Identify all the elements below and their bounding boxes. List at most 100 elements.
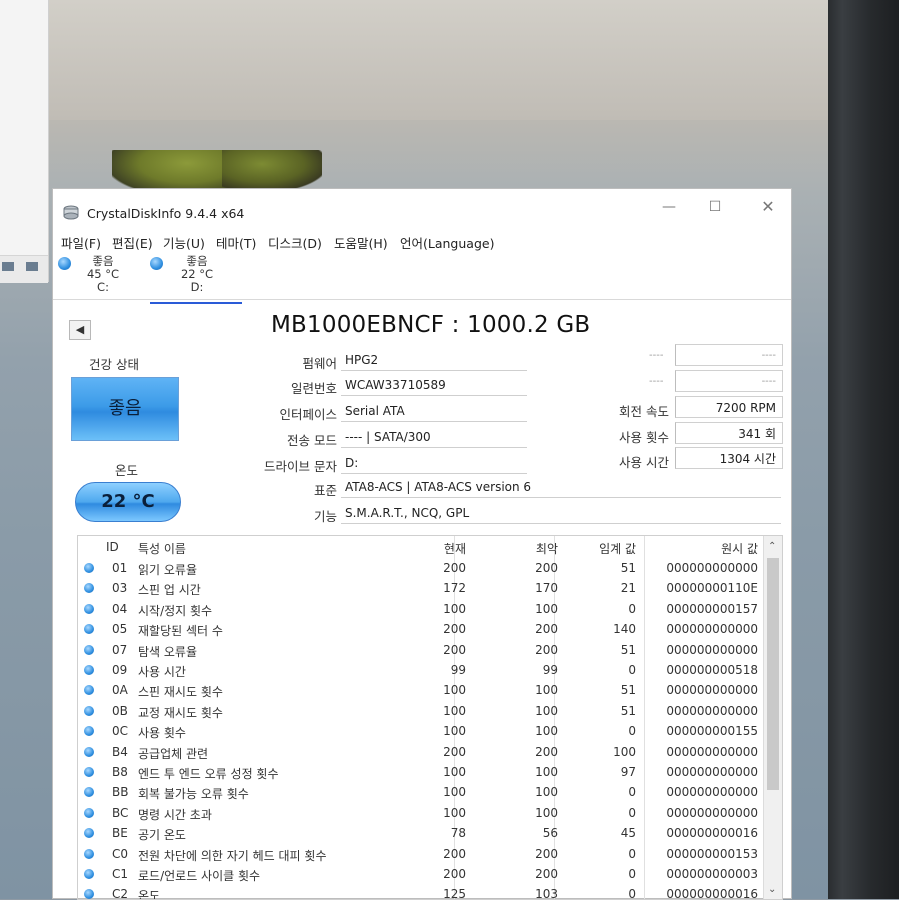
window-title: CrystalDiskInfo 9.4.4 x64 <box>87 206 245 221</box>
empty-field-value: ---- <box>675 344 783 366</box>
attribute-id: C0 <box>112 846 129 861</box>
scrollbar-thumb[interactable] <box>767 558 779 790</box>
raw-value: 000000000000 <box>666 561 758 575</box>
monitor-bezel <box>828 0 899 899</box>
selected-drive-indicator <box>150 302 242 304</box>
drive-tab-d[interactable]: 좋음 22 °C D: <box>147 255 247 294</box>
interface-value: Serial ATA <box>341 400 527 422</box>
attribute-name: 공급업체 관련 <box>138 746 209 761</box>
attribute-id: 0B <box>112 703 128 718</box>
status-good-icon <box>84 746 94 757</box>
raw-value: 000000000003 <box>666 867 758 881</box>
close-icon[interactable]: ✕ <box>756 197 780 217</box>
threshold-value: 100 <box>613 744 636 759</box>
scroll-up-icon[interactable]: ⌃ <box>768 541 776 552</box>
attribute-name: 엔드 투 엔드 오류 성정 횟수 <box>138 767 279 781</box>
status-good-icon <box>84 563 94 573</box>
header-threshold[interactable]: 임계 값 <box>599 540 636 557</box>
header-raw-value[interactable]: 원시 값 <box>721 540 758 557</box>
scroll-down-icon[interactable]: ⌄ <box>768 884 776 895</box>
raw-value: 000000000000 <box>666 765 758 779</box>
serial-value: WCAW33710589 <box>341 374 527 396</box>
current-value: 100 <box>443 724 466 739</box>
threshold-value: 0 <box>628 805 636 820</box>
title-bar[interactable]: CrystalDiskInfo 9.4.4 x64 — ☐ ✕ <box>53 189 791 225</box>
menu-language[interactable]: 언어(Language) <box>400 233 494 252</box>
list-view-icon[interactable] <box>2 262 14 271</box>
current-value: 200 <box>443 561 466 575</box>
status-good-icon <box>84 603 94 614</box>
header-attribute-name[interactable]: 특성 이름 <box>138 540 186 557</box>
menu-theme[interactable]: 테마(T) <box>216 233 256 252</box>
background-window[interactable] <box>0 0 49 283</box>
wallpaper-island-rock <box>222 150 322 190</box>
table-row[interactable]: C0 전원 차단에 의한 자기 헤드 대피 횟수 200 200 0 0000000001… <box>78 844 764 864</box>
attribute-name: 스핀 업 시간 <box>138 583 201 598</box>
table-row[interactable]: C2 온도 125 103 0 000000000016 <box>78 884 764 899</box>
firmware-value: HPG2 <box>341 349 527 371</box>
table-row[interactable]: 01 읽기 오류율 200 200 51 000000000000 <box>78 558 764 578</box>
temperature-badge[interactable]: 22 °C <box>75 482 181 522</box>
attribute-id: BC <box>112 805 129 820</box>
current-value: 99 <box>450 663 466 677</box>
header-id[interactable]: ID <box>106 540 119 554</box>
worst-value: 100 <box>535 601 558 616</box>
current-value: 100 <box>443 765 466 779</box>
table-row[interactable]: 07 탐색 오류율 200 200 51 000000000000 <box>78 640 764 660</box>
attribute-id: 04 <box>112 601 128 616</box>
header-worst[interactable]: 최악 <box>536 540 558 557</box>
temperature-label: 온도 <box>115 463 139 478</box>
threshold-value: 0 <box>628 846 636 861</box>
menu-disk[interactable]: 디스크(D) <box>268 233 322 252</box>
health-status-label: 건강 상태 <box>89 357 139 372</box>
table-row[interactable]: 03 스핀 업 시간 172 170 21 00000000110E <box>78 578 764 598</box>
table-row[interactable]: BB 회복 불가능 오류 횟수 100 100 0 000000000000 <box>78 782 764 802</box>
menu-edit[interactable]: 편집(E) <box>112 233 153 252</box>
attribute-id: 09 <box>112 663 128 677</box>
table-row[interactable]: 04 시작/정지 횟수 100 100 0 000000000157 <box>78 599 764 619</box>
worst-value: 100 <box>535 785 558 800</box>
minimize-icon[interactable]: — <box>657 197 681 217</box>
worst-value: 200 <box>535 744 558 759</box>
table-row[interactable]: 09 사용 시간 99 99 0 000000000518 <box>78 660 764 680</box>
current-value: 200 <box>443 622 466 637</box>
menu-help[interactable]: 도움말(H) <box>334 233 388 252</box>
attribute-name: 재할당된 섹터 수 <box>138 624 223 639</box>
table-row[interactable]: 05 재할당된 섹터 수 200 200 140 000000000000 <box>78 619 764 639</box>
table-row[interactable]: 0B 교정 재시도 횟수 100 100 51 000000000000 <box>78 701 764 721</box>
drive-selector-bar: 좋음 45 °C C: 좋음 22 °C D: <box>53 253 791 300</box>
table-row[interactable]: 0A 스핀 재시도 횟수 100 100 51 000000000000 <box>78 680 764 700</box>
menu-function[interactable]: 기능(U) <box>163 233 205 252</box>
status-good-icon <box>84 828 94 839</box>
table-row[interactable]: B4 공급업체 관련 200 200 100 000000000000 <box>78 742 764 762</box>
table-row[interactable]: BC 명령 시간 초과 100 100 0 000000000000 <box>78 803 764 823</box>
previous-drive-button[interactable]: ◀ <box>69 320 91 340</box>
worst-value: 100 <box>535 703 558 718</box>
table-scrollbar[interactable]: ⌃ ⌄ <box>763 536 782 899</box>
current-value: 200 <box>443 744 466 759</box>
table-row[interactable]: 0C 사용 횟수 100 100 0 000000000155 <box>78 721 764 741</box>
threshold-value: 21 <box>620 581 636 596</box>
menu-file[interactable]: 파일(F) <box>61 233 101 252</box>
features-label: 기능 <box>313 509 337 524</box>
wallpaper-sky <box>0 0 899 120</box>
raw-value: 000000000153 <box>666 846 758 861</box>
threshold-value: 97 <box>620 765 636 779</box>
health-status-badge[interactable]: 좋음 <box>71 377 179 441</box>
raw-value: 000000000016 <box>666 826 758 841</box>
current-value: 100 <box>443 703 466 718</box>
power-on-count-label: 사용 횟수 <box>619 430 669 445</box>
threshold-value: 51 <box>620 561 636 575</box>
table-row[interactable]: B8 엔드 투 엔드 오류 성정 횟수 100 100 97 000000000000 <box>78 762 764 782</box>
threshold-value: 0 <box>628 601 636 616</box>
header-current[interactable]: 현재 <box>444 540 466 557</box>
maximize-icon[interactable]: ☐ <box>703 197 727 217</box>
table-row[interactable]: BE 공기 온도 78 56 45 000000000016 <box>78 823 764 843</box>
smart-attribute-table[interactable]: ID 특성 이름 현재 최악 임계 값 원시 값 01 읽기 오류율 200 200 5… <box>77 535 783 900</box>
current-value: 100 <box>443 601 466 616</box>
empty-field-label: ---- <box>649 350 664 361</box>
status-good-icon <box>84 705 94 716</box>
drive-tab-c[interactable]: 좋음 45 °C C: <box>53 255 153 294</box>
tile-view-icon[interactable] <box>26 262 38 271</box>
table-row[interactable]: C1 로드/언로드 사이클 횟수 200 200 0 000000000003 <box>78 864 764 884</box>
